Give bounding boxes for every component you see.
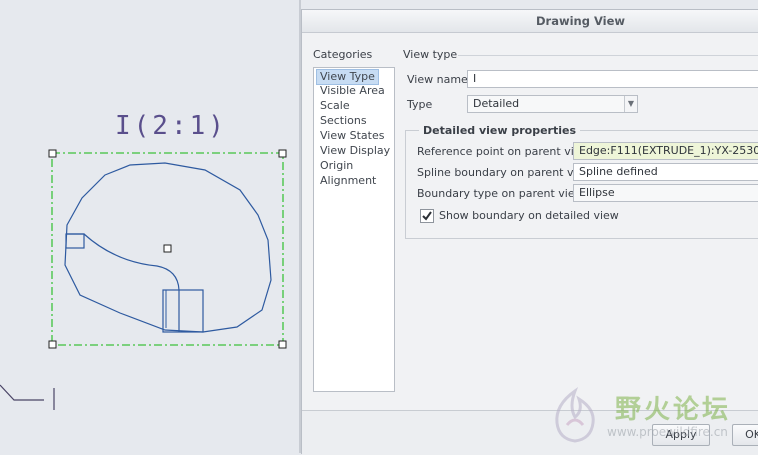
reference-point-label: Reference point on parent view <box>417 145 590 158</box>
type-select[interactable]: Detailed <box>467 95 638 113</box>
reference-point-field[interactable]: Edge:F111(EXTRUDE_1):YX-2530_TOP_C <box>573 142 758 160</box>
category-sections[interactable]: Sections <box>317 114 370 128</box>
categories-list[interactable]: View Type Visible Area Scale Sections Vi… <box>313 67 395 392</box>
boundary-type-label: Boundary type on parent view <box>417 187 584 200</box>
category-alignment[interactable]: Alignment <box>317 174 379 188</box>
spline-boundary-label: Spline boundary on parent view <box>417 166 593 179</box>
handle-top-right <box>278 149 287 158</box>
category-view-display[interactable]: View Display <box>317 144 393 158</box>
partial-line <box>0 384 44 401</box>
spline-boundary-field[interactable]: Spline defined <box>573 163 758 181</box>
show-boundary-checkbox[interactable] <box>420 209 434 223</box>
watermark: 野火论坛 www.proewildfire.cn <box>545 385 755 447</box>
view-name-input[interactable]: I <box>467 70 758 88</box>
category-view-type[interactable]: View Type <box>316 69 379 85</box>
category-view-states[interactable]: View States <box>317 129 387 143</box>
show-boundary-label: Show boundary on detailed view <box>439 209 619 222</box>
handle-bottom-right <box>278 340 287 349</box>
boundary-type-select[interactable]: Ellipse <box>573 184 758 202</box>
handle-top-left <box>48 149 57 158</box>
view-type-groupline <box>458 55 758 56</box>
dialog-titlebar[interactable]: Drawing View <box>302 10 758 33</box>
detailed-properties-heading: Detailed view properties <box>419 124 581 137</box>
watermark-text-cn: 野火论坛 <box>615 395 732 425</box>
handle-bottom-left <box>48 340 57 349</box>
drawing-canvas[interactable]: I(2:1) <box>0 0 300 453</box>
view-name-label: View name <box>407 73 468 86</box>
flame-logo-icon <box>555 386 595 443</box>
detail-view-geometry <box>0 149 287 410</box>
slot-outer <box>162 289 204 333</box>
category-origin[interactable]: Origin <box>317 159 356 173</box>
type-select-value: Detailed <box>473 97 520 110</box>
checkmark-icon <box>422 211 432 221</box>
small-slot <box>65 233 85 249</box>
category-visible-area[interactable]: Visible Area <box>317 84 388 98</box>
category-scale[interactable]: Scale <box>317 99 353 113</box>
type-label: Type <box>407 98 433 111</box>
handle-center <box>163 244 172 253</box>
categories-heading: Categories <box>313 48 373 61</box>
chevron-down-icon[interactable]: ▼ <box>624 96 637 112</box>
view-type-heading: View type <box>403 48 458 61</box>
watermark-url: www.proewildfire.cn <box>607 425 728 439</box>
dialog-title: Drawing View <box>535 14 626 28</box>
